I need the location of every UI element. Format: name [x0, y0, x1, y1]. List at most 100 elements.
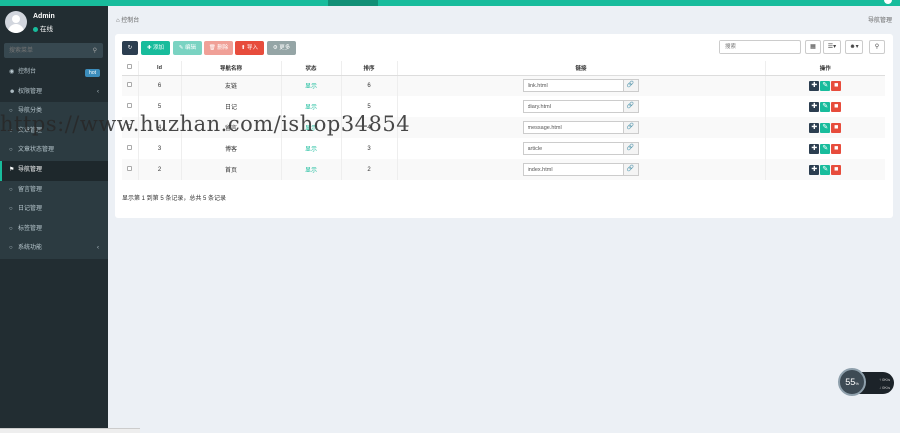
table-row[interactable]: 5日记显示5🔗✚✎■ — [122, 96, 885, 117]
table-search-input[interactable] — [720, 41, 798, 53]
link-icon[interactable]: 🔗 — [623, 100, 639, 113]
speed-widget[interactable]: 55% ↑ 0K/s ↓ 0K/s — [838, 368, 894, 398]
user-name: Admin — [33, 13, 55, 20]
cell-id: 6 — [138, 75, 182, 96]
drag-sort-button[interactable]: ✚ — [809, 101, 820, 112]
row-checkbox[interactable] — [127, 166, 133, 171]
cell-id: 5 — [138, 96, 182, 117]
url-group: 🔗 — [522, 100, 640, 113]
url-input[interactable] — [522, 79, 624, 93]
edit-row-button[interactable]: ✎ — [820, 80, 831, 91]
list-icon: ☰▾ — [827, 44, 837, 50]
export-button[interactable]: ☻▾ — [845, 40, 863, 54]
row-checkbox[interactable] — [127, 103, 133, 108]
delete-row-button[interactable]: ■ — [831, 143, 842, 154]
circle-icon: ○ — [9, 206, 13, 213]
avatar — [5, 11, 27, 33]
navbar-user-icon[interactable] — [884, 0, 892, 4]
delete-row-button[interactable]: ■ — [831, 101, 842, 112]
url-input[interactable] — [522, 100, 624, 113]
table-row[interactable]: 3博客显示3🔗✚✎■ — [122, 138, 885, 159]
sidebar-item-tag[interactable]: ○ 标签管理 — [0, 219, 108, 240]
toggle-view-button[interactable]: ▦ — [805, 40, 821, 54]
sidebar-item-article-status[interactable]: ○ 文章状态管理 — [0, 141, 108, 161]
cell-status[interactable]: 显示 — [281, 96, 342, 117]
common-search-button[interactable]: ⚲ — [869, 40, 885, 54]
sidebar-item-auth[interactable]: ☻ 权限管理 ‹ — [0, 83, 108, 103]
refresh-icon: ↻ — [127, 45, 133, 51]
sidebar-item-dashboard[interactable]: ◉ 控制台 hot — [0, 63, 108, 83]
nav-table: Id 导航名称 状态 排序 链接 操作 6友链显示6🔗✚✎■5日记显示5🔗✚✎■… — [122, 61, 885, 180]
delete-button[interactable]: 🗑 删除 — [204, 41, 233, 55]
more-button[interactable]: ⚙ 更多 — [267, 41, 296, 55]
move-icon: ✚ — [811, 81, 818, 89]
table-row[interactable]: 2首页显示2🔗✚✎■ — [122, 159, 885, 180]
dashboard-icon: ◉ — [9, 69, 15, 75]
sidebar-item-message[interactable]: ○ 留言管理 — [0, 180, 108, 201]
edit-row-button[interactable]: ✎ — [820, 164, 831, 175]
circle-icon: ○ — [9, 186, 13, 193]
pencil-icon: ✎ — [822, 144, 829, 152]
cell-status[interactable]: 显示 — [281, 138, 342, 159]
drag-sort-button[interactable]: ✚ — [809, 143, 820, 154]
row-checkbox[interactable] — [127, 82, 133, 88]
circle-icon: ○ — [9, 147, 13, 154]
breadcrumb[interactable]: ⌂ 控制台 — [116, 15, 139, 24]
cell-status[interactable]: 显示 — [281, 75, 342, 96]
edit-button[interactable]: ✎ 编辑 — [173, 41, 202, 55]
drag-sort-button[interactable]: ✚ — [809, 164, 820, 175]
link-icon[interactable]: 🔗 — [623, 79, 639, 93]
url-group: 🔗 — [522, 163, 640, 176]
link-icon[interactable]: 🔗 — [623, 121, 639, 134]
row-checkbox[interactable] — [127, 145, 133, 150]
sidebar-item-nav-category[interactable]: ○ 导航分类 — [0, 102, 108, 122]
delete-row-button[interactable]: ■ — [831, 122, 842, 133]
user-icon: ☻▾ — [849, 44, 859, 50]
cell-status[interactable]: 显示 — [281, 117, 342, 138]
cell-status[interactable]: 显示 — [281, 159, 342, 180]
row-select — [122, 75, 139, 96]
add-button[interactable]: ✚ 添加 — [141, 41, 170, 55]
trash-icon: ■ — [834, 123, 839, 131]
row-select — [122, 117, 139, 138]
cell-url: 🔗 — [397, 117, 766, 138]
drag-sort-button[interactable]: ✚ — [809, 122, 820, 133]
search-icon[interactable]: ⚲ — [93, 47, 97, 54]
link-icon[interactable]: 🔗 — [623, 163, 639, 176]
edit-row-button[interactable]: ✎ — [820, 122, 831, 133]
col-id[interactable]: Id — [138, 61, 182, 76]
sidebar-item-diary[interactable]: ○ 日记管理 — [0, 200, 108, 220]
delete-row-button[interactable]: ■ — [831, 164, 842, 175]
trash-icon: ■ — [834, 102, 839, 110]
table-row[interactable]: 4留言显示4🔗✚✎■ — [122, 117, 885, 138]
sidebar-search-input[interactable] — [4, 43, 89, 58]
upload-speed: ↑ 0K/s — [879, 377, 891, 382]
hot-badge: hot — [85, 69, 100, 77]
url-input[interactable] — [522, 121, 624, 134]
cell-operate: ✚ ✎ ■ — [765, 96, 885, 117]
table-search — [719, 40, 801, 54]
delete-row-button[interactable]: ■ — [831, 80, 842, 91]
cell-id: 2 — [138, 159, 182, 180]
move-icon: ✚ — [811, 102, 818, 110]
drag-sort-button[interactable]: ✚ — [809, 80, 820, 91]
col-status: 状态 — [281, 61, 342, 76]
table-row[interactable]: 6友链显示6🔗✚✎■ — [122, 75, 885, 96]
row-checkbox[interactable] — [127, 124, 133, 129]
edit-row-button[interactable]: ✎ — [820, 143, 831, 154]
columns-button[interactable]: ☰▾ — [823, 40, 841, 54]
sidebar-item-article[interactable]: ○ 文章管理 — [0, 121, 108, 142]
sidebar-item-nav[interactable]: ⚑ 导航管理 — [0, 160, 108, 181]
select-all-checkbox[interactable] — [127, 64, 133, 70]
move-icon: ✚ — [811, 165, 818, 173]
import-button[interactable]: ⬆ 导入 — [235, 41, 264, 55]
pencil-icon: ✎ — [822, 165, 829, 173]
edit-row-button[interactable]: ✎ — [820, 101, 831, 112]
sidebar-item-system[interactable]: ○ 系统功能 ‹ — [0, 239, 108, 259]
link-icon[interactable]: 🔗 — [623, 142, 639, 155]
row-select — [122, 96, 139, 117]
select-all-header — [122, 61, 139, 76]
refresh-button[interactable]: ↻ — [122, 41, 138, 55]
url-input[interactable] — [522, 142, 624, 155]
url-input[interactable] — [522, 163, 624, 176]
